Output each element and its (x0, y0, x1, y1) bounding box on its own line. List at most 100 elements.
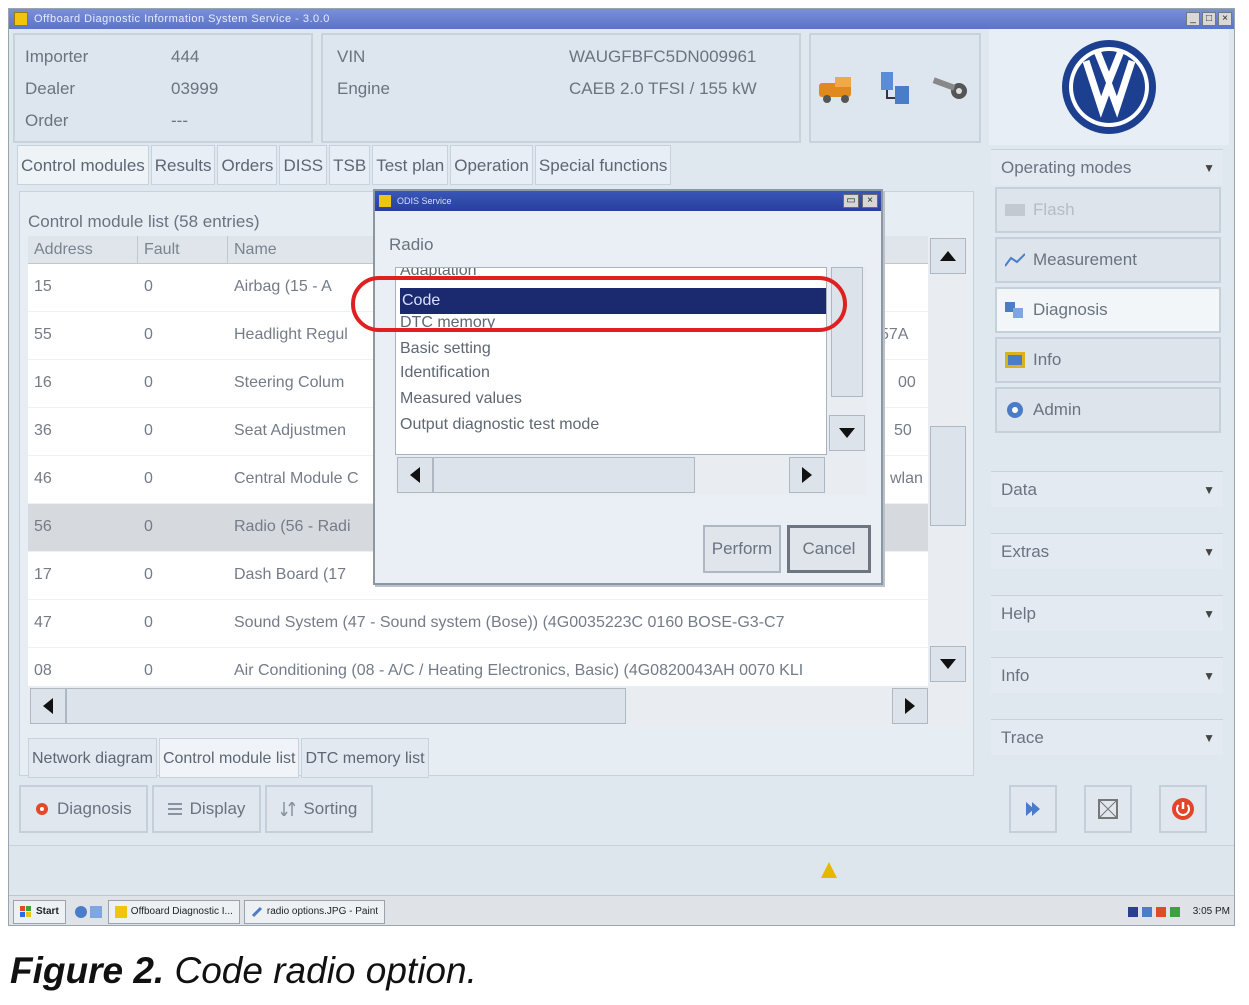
perform-button[interactable]: Perform (703, 525, 781, 573)
diagnosis-button[interactable]: Diagnosis (19, 785, 148, 833)
tab-diss[interactable]: DISS (279, 145, 328, 185)
row-address: 56 (34, 518, 52, 535)
dialog-title: ODIS Service (397, 196, 452, 206)
column-fault[interactable]: Fault (138, 236, 228, 264)
network-connection-icon[interactable] (873, 68, 917, 108)
engine-value: CAEB 2.0 TFSI / 155 kW (569, 79, 757, 98)
scroll-thumb[interactable] (66, 688, 626, 724)
scroll-left-button[interactable] (30, 688, 66, 724)
row-address: 15 (34, 278, 52, 295)
scroll-down-button[interactable] (930, 646, 966, 682)
tab-orders[interactable]: Orders (217, 145, 278, 185)
subtab-network-diagram[interactable]: Network diagram (28, 738, 157, 778)
mode-measurement-label: Measurement (1033, 250, 1137, 269)
mode-info-button[interactable]: Info (995, 337, 1221, 383)
app-icon (14, 12, 28, 26)
minimize-button[interactable]: _ (1186, 12, 1200, 26)
row-address: 47 (34, 614, 52, 631)
main-tabs: Control modules Results Orders DISS TSB … (17, 145, 673, 185)
tab-test-plan[interactable]: Test plan (372, 145, 449, 185)
tab-results[interactable]: Results (150, 145, 216, 185)
mode-diagnosis-button[interactable]: Diagnosis (995, 287, 1221, 333)
tab-tsb[interactable]: TSB (329, 145, 371, 185)
scroll-thumb[interactable] (930, 426, 966, 526)
key-icon[interactable] (929, 71, 973, 105)
section-trace-label: Trace (1001, 728, 1044, 747)
list-scroll-down-button[interactable] (829, 415, 865, 451)
section-info[interactable]: Info ▼ (991, 657, 1223, 693)
section-operating-modes[interactable]: Operating modes ▼ (991, 149, 1223, 185)
tray-icons[interactable] (1127, 905, 1188, 919)
maximize-button[interactable]: □ (1202, 12, 1216, 26)
task-paint[interactable]: radio options.JPG - Paint (243, 899, 386, 924)
table-horizontal-scrollbar[interactable] (28, 686, 968, 726)
section-trace[interactable]: Trace ▼ (991, 719, 1223, 755)
list-item[interactable]: Identification (400, 364, 490, 382)
list-horizontal-scrollbar[interactable] (395, 455, 867, 495)
figure-caption-label: Figure 2. (10, 950, 165, 991)
exit-button[interactable] (1159, 785, 1208, 833)
chevron-down-icon: ▼ (1203, 161, 1215, 175)
close-button[interactable]: × (1218, 12, 1232, 26)
column-address[interactable]: Address (28, 236, 138, 264)
chevron-down-icon: ▼ (1203, 545, 1215, 559)
sidebar-buttons (995, 785, 1221, 833)
arrow-down-icon (940, 659, 956, 669)
display-button-label: Display (189, 799, 246, 818)
dialog-module-label: Radio (389, 235, 434, 254)
list-scroll-right-button[interactable] (789, 457, 825, 493)
mode-flash-label: Flash (1033, 200, 1075, 219)
mode-measurement-button[interactable]: Measurement (995, 237, 1221, 283)
subtab-control-module-list[interactable]: Control module list (158, 738, 300, 778)
scroll-right-button[interactable] (892, 688, 928, 724)
list-scroll-left-button[interactable] (397, 457, 433, 493)
list-item[interactable]: Basic setting (400, 340, 491, 358)
mode-info-label: Info (1033, 350, 1062, 369)
tab-special-functions[interactable]: Special functions (534, 145, 672, 185)
paint-app-icon (251, 906, 262, 917)
odis-app-icon (114, 905, 127, 918)
row-fault: 0 (144, 374, 153, 391)
list-item[interactable]: Measured values (400, 390, 522, 408)
tab-control-modules[interactable]: Control modules (17, 145, 149, 185)
start-label: Start (36, 905, 59, 917)
sorting-button-label: Sorting (303, 799, 358, 818)
table-row[interactable]: 08 0 Air Conditioning (08 - A/C / Heatin… (28, 648, 928, 686)
dialog-minimize-button[interactable]: ▭ (843, 194, 859, 208)
vehicle-icon[interactable] (817, 71, 861, 105)
section-operating-modes-label: Operating modes (1001, 158, 1132, 177)
mode-flash-button[interactable]: Flash (995, 187, 1221, 233)
forward-button[interactable] (1008, 785, 1057, 833)
subtab-dtc-memory-list[interactable]: DTC memory list (301, 738, 429, 778)
dialog-close-button[interactable]: × (862, 194, 878, 208)
sorting-button[interactable]: Sorting (265, 785, 374, 833)
table-vertical-scrollbar[interactable] (928, 236, 968, 686)
start-button[interactable]: Start (13, 899, 66, 924)
function-dialog: ODIS Service ▭ × Radio Adaptation Code D… (373, 189, 883, 585)
tab-operation[interactable]: Operation (450, 145, 533, 185)
figure-caption: Figure 2. Code radio option. (10, 950, 477, 992)
section-data[interactable]: Data ▼ (991, 471, 1223, 507)
section-extras[interactable]: Extras ▼ (991, 533, 1223, 569)
row-name: Seat Adjustmen (234, 422, 347, 439)
importer-label: Importer (25, 47, 89, 66)
order-label: Order (25, 111, 69, 130)
order-value: --- (171, 111, 188, 130)
scroll-up-button[interactable] (930, 238, 966, 274)
row-name: Sound System (47 - Sound system (Bose)) … (234, 614, 785, 631)
clock: 3:05 PM (1192, 906, 1230, 917)
row-address: 16 (34, 374, 52, 391)
windows-logo-icon (20, 905, 31, 917)
table-row[interactable]: 47 0 Sound System (47 - Sound system (Bo… (28, 600, 928, 648)
quick-launch-icon[interactable] (74, 904, 104, 920)
task-odis[interactable]: Offboard Diagnostic I... (107, 899, 240, 924)
scroll-thumb[interactable] (433, 457, 695, 493)
row-fault: 0 (144, 662, 153, 679)
display-button[interactable]: Display (151, 785, 262, 833)
vin-value: WAUGFBFC5DN009961 (569, 47, 757, 66)
cancel-button[interactable]: Cancel (787, 525, 871, 573)
section-help[interactable]: Help ▼ (991, 595, 1223, 631)
list-item[interactable]: Output diagnostic test mode (400, 416, 599, 434)
mode-admin-button[interactable]: Admin (995, 387, 1221, 433)
screenshot-button[interactable] (1083, 785, 1132, 833)
